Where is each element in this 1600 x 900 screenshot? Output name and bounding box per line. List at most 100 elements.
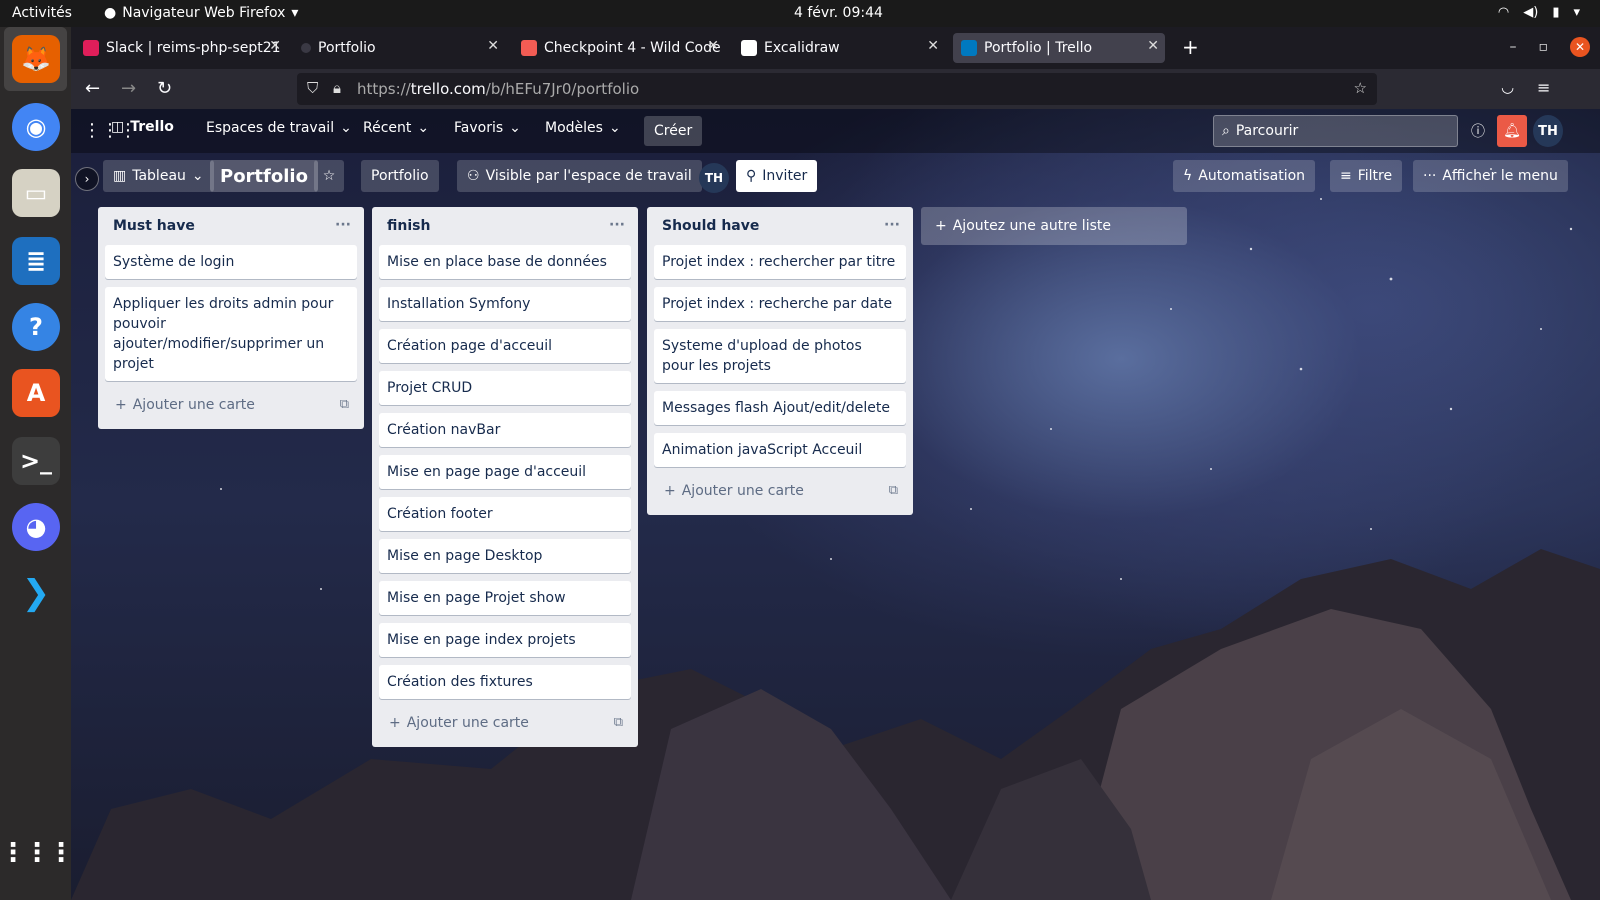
card[interactable]: Création navBar [379,413,631,447]
card[interactable]: Création page d'acceuil [379,329,631,363]
plus-icon: + [664,483,676,499]
workspace-button[interactable]: Portfolio [361,160,439,192]
tab-slack[interactable]: Slack | reims-php-sept21 ✕ [75,33,287,63]
browser-window: Slack | reims-php-sept21 ✕ Portfolio ✕ C… [71,27,1600,900]
tab-excalidraw[interactable]: Excalidraw ✕ [733,33,945,63]
tab-checkpoint[interactable]: Checkpoint 4 - Wild Code ✕ [513,33,725,63]
tab-trello[interactable]: Portfolio | Trello ✕ [953,33,1165,63]
close-icon[interactable]: ✕ [707,38,719,54]
card[interactable]: Mise en page index projets [379,623,631,657]
add-card-button[interactable]: + Ajouter une carte ⧉ [105,389,357,421]
tab-portfolio[interactable]: Portfolio ✕ [293,33,505,63]
list-must-have[interactable]: Must have ··· Système de login Appliquer le… [98,207,364,429]
url-bar[interactable]: ⛉ 🔒︎ https://trello.com/b/hEFu7Jr0/portf… [297,73,1377,105]
close-icon[interactable]: ✕ [927,38,939,54]
card[interactable]: Projet index : recherche par date [654,287,906,321]
hamburger-menu-icon[interactable]: ≡ [1537,78,1550,97]
forward-button[interactable]: → [121,78,136,99]
nav-recent[interactable]: Récent ⌄ [363,120,429,136]
list-finish[interactable]: finish ··· Mise en place base de données In… [372,207,638,747]
firefox-icon[interactable]: 🦊 [12,35,60,83]
reload-button[interactable]: ↻ [157,78,172,99]
card[interactable]: Installation Symfony [379,287,631,321]
terminal-icon[interactable]: >_ [12,437,60,485]
close-icon[interactable]: ✕ [269,38,281,54]
chevron-down-icon: ⌄ [608,120,621,136]
chrome-icon[interactable]: ◉ [12,103,60,151]
pocket-icon[interactable]: ◡ [1501,78,1514,96]
board-view-switcher[interactable]: ▥ Tableau ⌄ [103,160,214,192]
list-should-have[interactable]: Should have ··· Projet index : rechercher … [647,207,913,515]
activities-button[interactable]: Activités [12,5,72,21]
list-title[interactable]: Should have [662,218,759,234]
vscode-icon[interactable]: ❯ [12,569,60,617]
close-icon[interactable]: ✕ [487,38,499,54]
add-list-label: Ajoutez une autre liste [952,218,1111,234]
app-menu[interactable]: ● Navigateur Web Firefox ▾ [104,5,298,21]
back-button[interactable]: ← [85,78,100,99]
card[interactable]: Mise en page Desktop [379,539,631,573]
card[interactable]: Appliquer les droits admin pour pouvoir … [105,287,357,381]
minimize-button[interactable]: – [1510,39,1517,55]
card[interactable]: Création des fixtures [379,665,631,699]
automation-button[interactable]: ϟ Automatisation [1173,160,1316,192]
card[interactable]: Projet CRUD [379,371,631,405]
list-header[interactable]: Should have ··· [654,207,906,245]
new-tab-button[interactable]: + [1182,35,1199,59]
card[interactable]: Messages flash Ajout/edit/delete [654,391,906,425]
card[interactable]: Système de login [105,245,357,279]
nav-favorites[interactable]: Favoris ⌄ [454,120,521,136]
clock[interactable]: 4 févr. 09:44 [794,5,883,21]
files-icon[interactable]: ▭ [12,169,60,217]
card[interactable]: Animation javaScript Acceuil [654,433,906,467]
sidebar-toggle-icon[interactable]: › [75,167,99,191]
list-menu-icon[interactable]: ··· [609,217,625,233]
card[interactable]: Projet index : rechercher par titre [654,245,906,279]
card[interactable]: Systeme d'upload de photos pour les proj… [654,329,906,383]
invite-button[interactable]: ⚲ Inviter [736,160,818,192]
list-menu-icon[interactable]: ··· [335,217,351,233]
add-card-button[interactable]: + Ajouter une carte ⧉ [654,475,906,507]
show-menu-button[interactable]: ··· Afficher le menu [1413,160,1568,192]
close-icon[interactable]: ✕ [1147,38,1159,54]
nav-workspaces[interactable]: Espaces de travail ⌄ [206,120,352,136]
writer-icon[interactable]: ≣ [12,237,60,285]
trello-logo[interactable]: ◫ Trello [111,119,174,135]
info-icon[interactable]: ⓘ [1463,115,1493,147]
member-avatar[interactable]: TH [699,163,729,193]
software-icon[interactable]: A [12,369,60,417]
card[interactable]: Mise en place base de données [379,245,631,279]
card[interactable]: Création footer [379,497,631,531]
add-list-button[interactable]: + Ajoutez une autre liste [921,207,1187,245]
lock-icon[interactable]: 🔒︎ [333,79,341,97]
discord-icon[interactable]: ◕ [12,503,60,551]
star-icon[interactable]: ☆ [1354,79,1367,97]
list-title[interactable]: finish [387,218,430,234]
notification-bell-icon[interactable]: 🔔︎ [1497,115,1527,147]
list-header[interactable]: Must have ··· [105,207,357,245]
card-template-icon[interactable]: ⧉ [889,483,898,498]
list-header[interactable]: finish ··· [379,207,631,245]
card[interactable]: Mise en page Projet show [379,581,631,615]
add-person-icon: ⚲ [746,168,757,184]
star-icon[interactable]: ☆ [314,160,344,192]
nav-templates[interactable]: Modèles ⌄ [545,120,621,136]
visibility-button[interactable]: ⚇ Visible par l'espace de travail [457,160,702,192]
maximize-button[interactable]: ▫ [1539,39,1549,55]
create-button[interactable]: Créer [644,116,703,146]
shield-icon[interactable]: ⛉ [307,79,318,97]
card-template-icon[interactable]: ⧉ [614,715,623,730]
system-tray[interactable]: ◠ ◀) ▮ ▾ [1498,5,1580,20]
list-title[interactable]: Must have [113,218,195,234]
search-input[interactable]: ⌕ Parcourir [1213,115,1458,147]
filter-button[interactable]: ≡ Filtre [1330,160,1403,192]
user-avatar[interactable]: TH [1533,115,1563,147]
card[interactable]: Mise en page page d'acceuil [379,455,631,489]
show-apps-icon[interactable]: ⋮⋮⋮ [0,829,74,877]
card-template-icon[interactable]: ⧉ [340,397,349,412]
add-card-button[interactable]: + Ajouter une carte ⧉ [379,707,631,739]
close-window-button[interactable]: ✕ [1570,37,1590,57]
board-title[interactable]: Portfolio [210,160,318,192]
list-menu-icon[interactable]: ··· [884,217,900,233]
help-icon[interactable]: ? [12,303,60,351]
